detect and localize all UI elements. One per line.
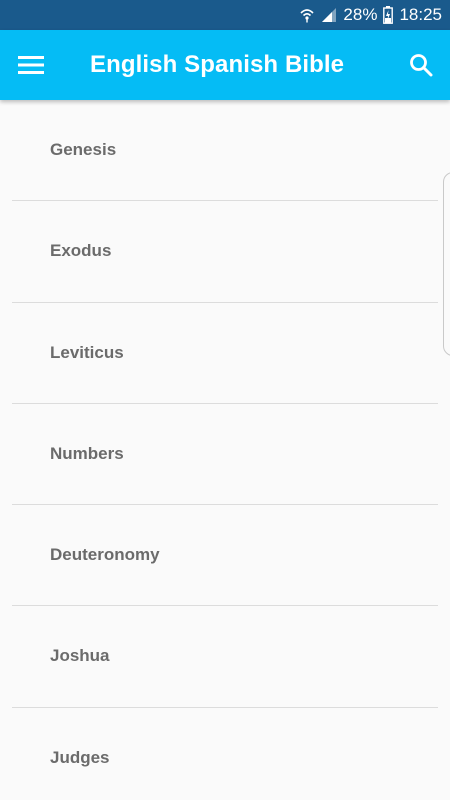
app-title: English Spanish Bible [90,51,345,78]
list-item-leviticus[interactable]: Leviticus [0,303,450,404]
book-label: Numbers [50,443,124,463]
list-item-deuteronomy[interactable]: Deuteronomy [0,505,450,607]
hamburger-menu-icon[interactable] [12,46,50,84]
wifi-icon [299,7,315,23]
signal-icon [321,7,337,23]
status-bar: 28% 18:25 [0,0,450,30]
book-label: Joshua [50,646,110,666]
book-label: Genesis [50,140,117,159]
list-item-genesis[interactable]: Genesis [0,100,450,202]
book-label: Deuteronomy [50,545,160,565]
list-item-numbers[interactable]: Numbers [0,404,450,506]
list-item-joshua[interactable]: Joshua [0,606,450,708]
app-bar: English Spanish Bible [0,30,450,100]
battery-icon [383,6,394,24]
list-item-judges[interactable]: Judges [0,708,450,800]
clock: 18:25 [399,5,442,24]
list-item-exodus[interactable]: Exodus [0,201,450,303]
search-icon[interactable] [402,46,440,84]
battery-percent: 28% [343,5,378,24]
book-list: Genesis Exodus Leviticus Numbers Deutero… [0,100,450,800]
edge-panel-handle[interactable] [443,172,450,356]
book-label: Judges [50,747,110,767]
book-label: Leviticus [50,342,124,362]
book-label: Exodus [50,241,112,261]
